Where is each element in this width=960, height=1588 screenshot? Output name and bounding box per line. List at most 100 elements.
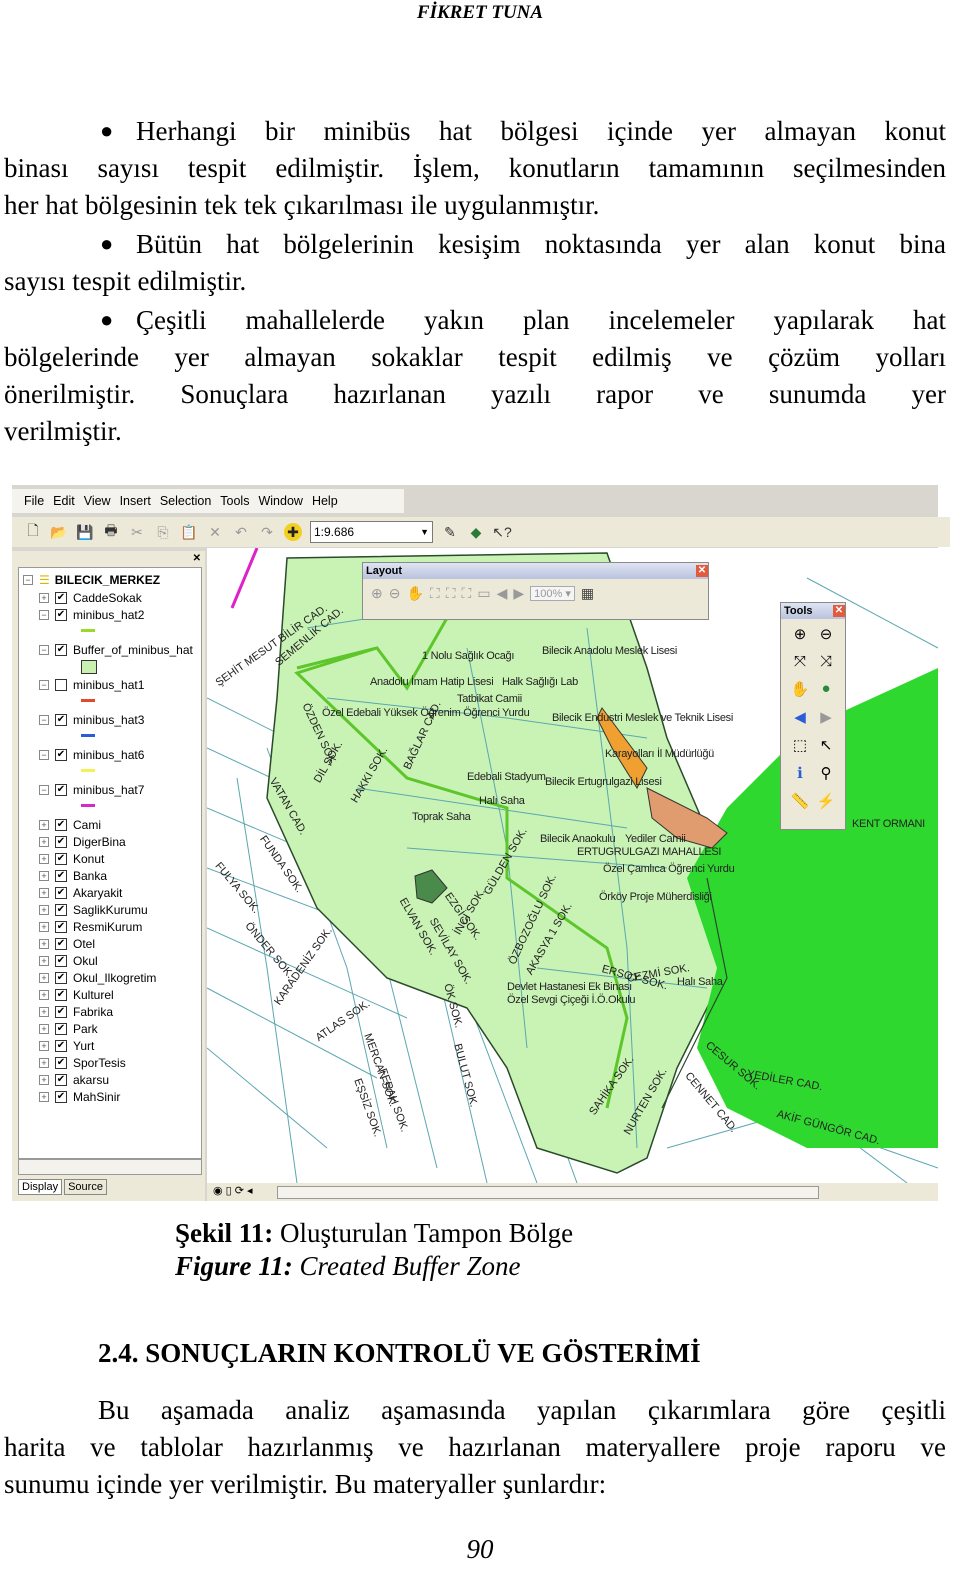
layer-row[interactable]: + ✔ CaddeSokak (39, 590, 142, 606)
layer-visibility-checkbox[interactable]: ✔ (55, 921, 67, 933)
menu-insert[interactable]: Insert (120, 494, 151, 508)
collapse-icon[interactable]: − (39, 610, 49, 620)
zoom-in-icon[interactable]: ⊕ (789, 625, 811, 643)
menu-file[interactable]: File (24, 494, 44, 508)
expand-icon[interactable]: + (39, 956, 49, 966)
expand-icon[interactable]: + (39, 593, 49, 603)
open-icon[interactable]: 📂 (50, 523, 68, 541)
copy-icon[interactable]: ⎘ (154, 523, 172, 541)
pan-icon[interactable]: ✋ (789, 680, 811, 698)
forward-extent-icon[interactable]: ▶ (513, 585, 524, 602)
layer-visibility-checkbox[interactable]: ✔ (55, 714, 67, 726)
layer-visibility-checkbox[interactable]: ✔ (55, 972, 67, 984)
tab-source[interactable]: Source (64, 1179, 107, 1195)
menu-help[interactable]: Help (312, 494, 338, 508)
layer-visibility-checkbox[interactable]: ✔ (55, 1040, 67, 1052)
layer-row[interactable]: + ✔ ResmiKurum (39, 919, 142, 935)
forward-icon[interactable]: ▶ (815, 708, 837, 726)
expand-icon[interactable]: + (39, 922, 49, 932)
collapse-icon[interactable]: − (39, 750, 49, 760)
menu-edit[interactable]: Edit (53, 494, 75, 508)
expand-icon[interactable]: + (39, 1041, 49, 1051)
layer-visibility-checkbox[interactable]: ✔ (55, 609, 67, 621)
expand-icon[interactable]: + (39, 871, 49, 881)
data-view-icon[interactable]: ◉ ▯ ⟳ ◂ (213, 1184, 253, 1197)
close-icon[interactable]: ✕ (193, 553, 201, 564)
identify-icon[interactable]: ℹ (789, 764, 811, 782)
fixed-zoom-out-icon[interactable]: ⤨ (815, 653, 837, 670)
add-data-icon[interactable]: ✚ (284, 523, 302, 541)
save-icon[interactable]: 💾 (76, 523, 94, 541)
fixed-zoom-in-icon[interactable]: ⛶ (446, 585, 456, 602)
layer-row[interactable]: − ✔ Buffer_of_minibus_hat (39, 642, 193, 658)
menu-tools[interactable]: Tools (220, 494, 249, 508)
expand-icon[interactable]: + (39, 990, 49, 1000)
layer-row[interactable]: − ✔ minibus_hat3 (39, 712, 144, 728)
layer-row[interactable]: − minibus_hat1 (39, 677, 144, 693)
pan-layout-icon[interactable]: ✋ (406, 585, 423, 602)
redo-icon[interactable]: ↷ (258, 523, 276, 541)
collapse-icon[interactable]: − (39, 715, 49, 725)
layer-visibility-checkbox[interactable] (55, 679, 67, 691)
expand-icon[interactable]: + (39, 905, 49, 915)
layer-row[interactable]: + ✔ SaglikKurumu (39, 902, 148, 918)
collapse-icon[interactable]: − (39, 645, 49, 655)
expand-icon[interactable]: + (39, 1092, 49, 1102)
select-features-icon[interactable]: ⬚ (789, 736, 811, 754)
layer-visibility-checkbox[interactable]: ✔ (55, 819, 67, 831)
layer-visibility-checkbox[interactable]: ✔ (55, 904, 67, 916)
menu-view[interactable]: View (84, 494, 111, 508)
layer-row[interactable]: + ✔ Akaryakit (39, 885, 122, 901)
fixed-zoom-out-icon[interactable]: ⛶ (462, 585, 472, 602)
layer-row[interactable]: + ✔ Banka (39, 868, 107, 884)
layer-visibility-checkbox[interactable]: ✔ (55, 989, 67, 1001)
select-elements-icon[interactable]: ↖ (815, 736, 837, 754)
delete-icon[interactable]: ✕ (206, 523, 224, 541)
close-icon[interactable]: ✕ (833, 605, 845, 617)
expand-icon[interactable]: + (39, 1007, 49, 1017)
layer-row[interactable]: + ✔ Okul (39, 953, 98, 969)
toggle-draft-mode-icon[interactable]: ▦ (581, 585, 594, 602)
horizontal-scrollbar[interactable] (18, 1159, 202, 1175)
layer-visibility-checkbox[interactable]: ✔ (55, 955, 67, 967)
paste-icon[interactable]: 📋 (180, 523, 198, 541)
layout-zoom-dropdown[interactable]: 100% ▾ (530, 586, 575, 601)
arctoolbox-icon[interactable]: ◆ (467, 523, 485, 541)
layer-visibility-checkbox[interactable]: ✔ (55, 644, 67, 656)
layer-row[interactable]: + ✔ akarsu (39, 1072, 109, 1088)
layer-visibility-checkbox[interactable]: ✔ (55, 784, 67, 796)
layer-row[interactable]: + ✔ Otel (39, 936, 95, 952)
layer-visibility-checkbox[interactable]: ✔ (55, 1023, 67, 1035)
editor-icon[interactable]: ✎ (441, 523, 459, 541)
layer-visibility-checkbox[interactable]: ✔ (55, 870, 67, 882)
layer-group-root[interactable]: − ☰ BILECIK_MERKEZ (23, 572, 160, 588)
collapse-icon[interactable]: − (23, 575, 33, 585)
print-icon[interactable]: 🖶 (102, 522, 120, 541)
layout-toolbar-window[interactable]: Layout ✕ ⊕ ⊖ ✋ ⛶ ⛶ ⛶ ▭ ◀ ▶ 100% ▾ ▦ (362, 562, 709, 620)
layer-row[interactable]: + ✔ Cami (39, 817, 101, 833)
close-icon[interactable]: ✕ (696, 565, 708, 577)
zoom-whole-page-icon[interactable]: ⛶ (430, 585, 440, 602)
layer-row[interactable]: + ✔ DigerBina (39, 834, 126, 850)
menu-window[interactable]: Window (258, 494, 302, 508)
measure-icon[interactable]: 📏 (789, 792, 811, 810)
menu-selection[interactable]: Selection (160, 494, 211, 508)
zoom-out-layout-icon[interactable]: ⊖ (389, 585, 401, 602)
tab-display[interactable]: Display (18, 1179, 63, 1195)
full-extent-icon[interactable]: ● (815, 680, 837, 698)
hyperlink-icon[interactable]: ⚡ (815, 792, 837, 810)
layer-visibility-checkbox[interactable]: ✔ (55, 1057, 67, 1069)
layer-visibility-checkbox[interactable]: ✔ (55, 836, 67, 848)
expand-icon[interactable]: + (39, 939, 49, 949)
layer-row[interactable]: + ✔ Fabrika (39, 1004, 113, 1020)
collapse-icon[interactable]: − (39, 680, 49, 690)
layer-visibility-checkbox[interactable]: ✔ (55, 1006, 67, 1018)
expand-icon[interactable]: + (39, 1058, 49, 1068)
layer-row[interactable]: + ✔ Yurt (39, 1038, 94, 1054)
layer-row[interactable]: + ✔ SporTesis (39, 1055, 126, 1071)
fixed-zoom-in-icon[interactable]: ⤧ (789, 653, 811, 670)
layer-row[interactable]: + ✔ Konut (39, 851, 104, 867)
expand-icon[interactable]: + (39, 820, 49, 830)
layer-visibility-checkbox[interactable]: ✔ (55, 749, 67, 761)
layer-visibility-checkbox[interactable]: ✔ (55, 938, 67, 950)
